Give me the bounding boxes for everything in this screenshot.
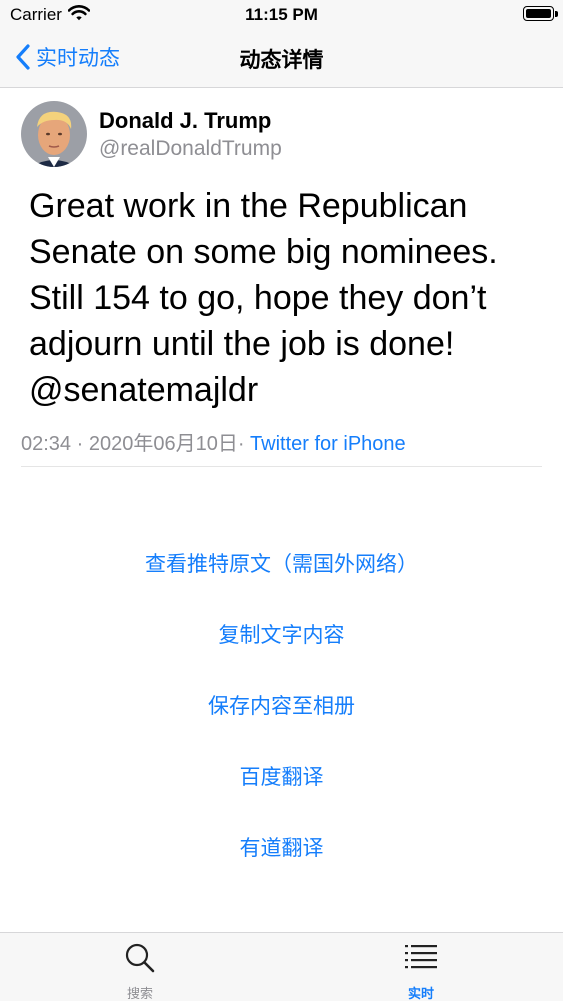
tab-search-label: 搜索 bbox=[126, 986, 153, 1001]
battery-tip bbox=[555, 11, 558, 17]
battery-icon bbox=[523, 6, 554, 21]
search-icon bbox=[125, 943, 155, 973]
tab-search[interactable]: 搜索 bbox=[70, 933, 210, 1001]
view-original-button[interactable]: 查看推特原文（需国外网络） bbox=[0, 536, 563, 607]
tweet-text: Great work in the Republican Senate on s… bbox=[29, 187, 498, 409]
youdao-translate-button[interactable]: 有道翻译 bbox=[0, 820, 563, 891]
tab-live[interactable]: 实时 bbox=[351, 933, 491, 1001]
tweet-meta: 02:34 · 2020年06月10日· Twitter for iPhone bbox=[21, 427, 406, 456]
save-to-album-button[interactable]: 保存内容至相册 bbox=[0, 678, 563, 749]
baidu-translate-button[interactable]: 百度翻译 bbox=[0, 749, 563, 820]
tweet-date: 2020年06月10日 bbox=[88, 433, 238, 455]
author-name: Donald J. Trump bbox=[99, 108, 272, 133]
divider bbox=[21, 466, 542, 467]
tweet-time: 02:34 bbox=[21, 433, 72, 455]
action-list: 查看推特原文（需国外网络） 复制文字内容 保存内容至相册 百度翻译 有道翻译 bbox=[0, 536, 563, 891]
author-handle: @realDonaldTrump bbox=[99, 137, 282, 160]
status-bar: Carrier 11:15 PM bbox=[0, 0, 563, 30]
source-separator: · bbox=[237, 433, 251, 455]
list-icon bbox=[405, 945, 437, 969]
status-time: 11:15 PM bbox=[245, 5, 318, 24]
tweet-source-link[interactable]: Twitter for iPhone bbox=[250, 433, 406, 455]
copy-text-button[interactable]: 复制文字内容 bbox=[0, 607, 563, 678]
avatar[interactable] bbox=[21, 101, 87, 167]
navigation-bar: 实时动态 动态详情 bbox=[0, 30, 563, 88]
page-title: 动态详情 bbox=[239, 49, 324, 72]
meta-separator: · bbox=[71, 433, 89, 455]
tab-live-label: 实时 bbox=[407, 986, 434, 1001]
tab-bar: 搜索 实时 bbox=[0, 932, 563, 1001]
